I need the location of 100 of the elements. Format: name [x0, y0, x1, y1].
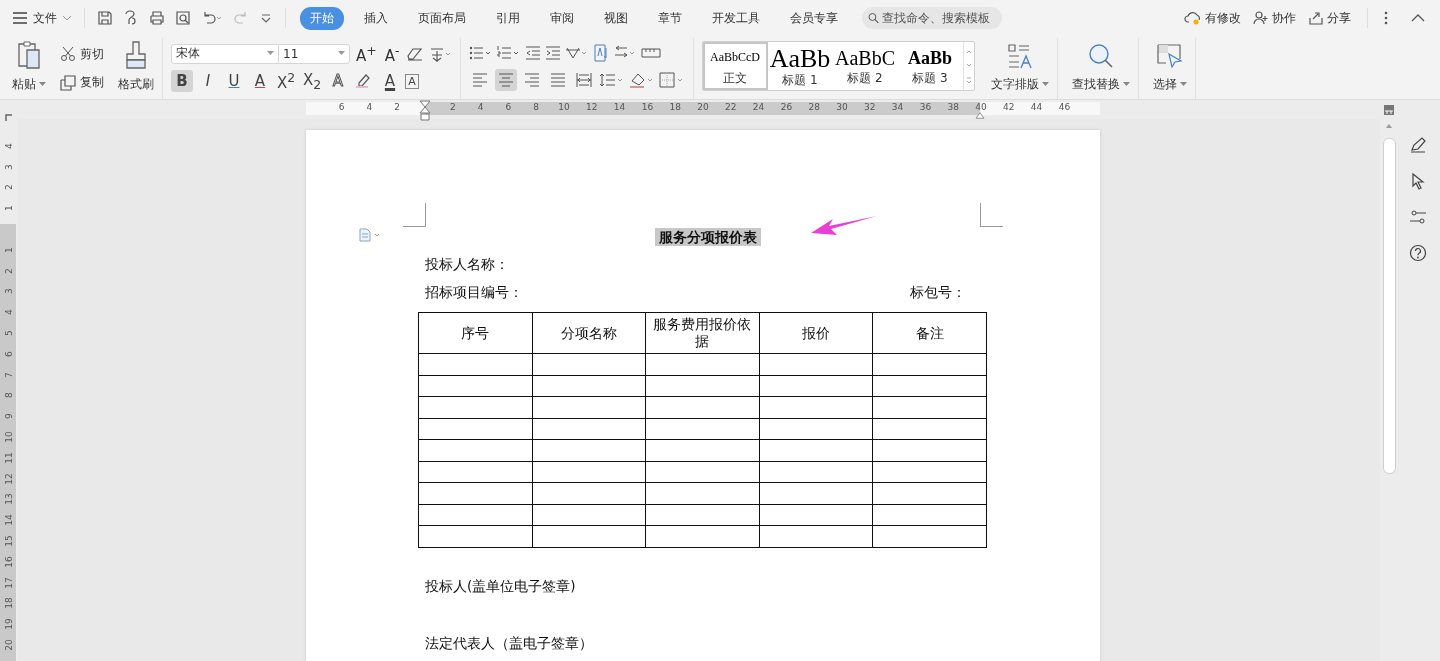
right-indent-marker-icon[interactable]: [975, 112, 985, 119]
ruler-number: 3: [4, 162, 14, 172]
print-preview-icon[interactable]: [175, 10, 191, 26]
shading-icon[interactable]: [628, 72, 655, 89]
strike-button[interactable]: A: [249, 70, 271, 93]
format-painter-button[interactable]: 格式刷: [116, 38, 156, 99]
ruler-number: 4: [476, 102, 485, 112]
split-view-icon[interactable]: [1383, 104, 1395, 116]
ribbon-tab[interactable]: 页面布局: [408, 6, 476, 30]
ruler-number: 4: [4, 141, 14, 151]
scissors-icon: [60, 46, 76, 63]
ruler-number: 7: [4, 370, 14, 380]
style-option[interactable]: AaBbC 标题 2: [832, 42, 898, 90]
collaborate-button[interactable]: 协作: [1253, 9, 1296, 27]
ribbon-tab[interactable]: 开发工具: [702, 6, 770, 30]
caret-icon: [1041, 82, 1049, 87]
ruler-number: 6: [4, 349, 14, 359]
decrease-indent-icon[interactable]: [524, 44, 541, 61]
ruler-number: 28: [807, 102, 821, 112]
ruler-number: 17: [4, 575, 14, 591]
ruler-number: 46: [1057, 102, 1072, 112]
sub-button[interactable]: X$_{2}$: [301, 70, 323, 93]
share-icon: [1308, 10, 1324, 26]
select-button[interactable]: 选择: [1144, 38, 1196, 99]
bold-button[interactable]: B: [171, 70, 193, 93]
ruler-number: 8: [532, 102, 541, 112]
ribbon-tab[interactable]: 视图: [594, 6, 638, 30]
align-left-icon: [471, 72, 488, 89]
shrink-font-button[interactable]: A$^{-}$: [382, 42, 402, 65]
ribbon-tab[interactable]: 引用: [486, 6, 530, 30]
grow-font-button[interactable]: A$^{+}$: [354, 42, 379, 65]
brush-icon: [125, 40, 147, 70]
ruler-number: 10: [557, 102, 571, 112]
font-size-dropdown[interactable]: 11: [278, 43, 350, 64]
ruler-number: 14: [4, 513, 14, 528]
package-number-label: 标包号：: [910, 283, 966, 302]
tab-stop-icon[interactable]: [4, 112, 14, 122]
ruler-number: 34: [890, 102, 905, 112]
ribbon-tab[interactable]: 章节: [648, 6, 692, 30]
sup-button[interactable]: X$^{2}$: [275, 70, 297, 93]
ruler-number: 4: [4, 308, 14, 318]
style-option[interactable]: AaBb 标题 3: [897, 42, 963, 90]
share-button[interactable]: 分享: [1308, 9, 1351, 27]
caret-icon: [1122, 82, 1130, 87]
search-field[interactable]: 查找命令、搜索模板: [862, 7, 1002, 29]
italic-button[interactable]: I: [197, 70, 219, 93]
changes-button[interactable]: 有修改: [1184, 9, 1241, 27]
color-button[interactable]: A: [379, 70, 401, 93]
ruler-number: 18: [668, 102, 682, 112]
text-direction-icon[interactable]: [592, 43, 609, 62]
copy-button[interactable]: 复制: [60, 74, 104, 92]
ribbon-tab[interactable]: 审阅: [540, 6, 584, 30]
margin-mark: [980, 203, 1003, 227]
save-icon[interactable]: [97, 10, 113, 26]
ruler-number: 5: [4, 329, 14, 338]
font-name-dropdown[interactable]: 宋体: [171, 43, 279, 64]
ruler-number: 12: [585, 102, 599, 112]
sliders-icon[interactable]: [1409, 208, 1427, 226]
find-replace-button[interactable]: 查找替换: [1063, 38, 1139, 99]
paste-button[interactable]: 粘贴: [10, 38, 48, 99]
ruler-number: 2: [4, 266, 14, 276]
scrollbar-thumb[interactable]: [1382, 138, 1396, 474]
increase-indent-icon[interactable]: [544, 44, 561, 61]
ruler-number: 40: [974, 102, 988, 112]
ruler-number: 1: [4, 245, 14, 255]
ruler-number: 26: [779, 102, 794, 112]
ribbon-tab[interactable]: 会员专享: [780, 6, 848, 30]
file-menu-button[interactable]: 文件: [12, 9, 72, 27]
column-header: 报价: [759, 312, 873, 354]
print-icon[interactable]: [149, 10, 165, 26]
document-title: 服务分项报价表: [654, 228, 761, 246]
ruler-number: 15: [4, 534, 14, 549]
underline-button[interactable]: U: [223, 70, 245, 93]
style-option[interactable]: AaBbCcD 正文: [702, 42, 768, 90]
copy-icon: [60, 74, 76, 91]
ruler-number: 44: [1029, 102, 1044, 112]
scroll-up-icon[interactable]: [1385, 122, 1393, 130]
paragraph-menu-icon[interactable]: [358, 228, 382, 242]
eraser-icon[interactable]: [405, 45, 424, 62]
column-header: 服务费用报价依据: [645, 312, 760, 354]
help-icon[interactable]: [1409, 244, 1427, 262]
cursor-icon[interactable]: [1409, 172, 1427, 190]
ruler-number: 24: [751, 102, 766, 112]
charbox-button[interactable]: A: [405, 73, 419, 89]
align-center-button[interactable]: [494, 69, 517, 92]
ribbon-tab[interactable]: 插入: [354, 6, 398, 30]
ruler-number: 30: [835, 102, 849, 112]
cut-button[interactable]: 剪切: [60, 45, 104, 63]
ruler-number: 3: [4, 287, 14, 297]
ruler-number: 32: [863, 102, 877, 112]
ruler-number: 4: [365, 102, 374, 112]
bullet-list-icon[interactable]: [468, 44, 493, 61]
indent-marker-icon[interactable]: [419, 100, 431, 122]
ruler-number: 14: [612, 102, 627, 112]
style-option[interactable]: AaBb 标题 1: [767, 42, 833, 90]
text-layout-button[interactable]: 文字排版: [982, 38, 1058, 99]
ruler-number: 2: [448, 102, 457, 112]
undo-icon[interactable]: [201, 10, 223, 26]
ruler-number: 10: [4, 430, 14, 445]
pen-icon[interactable]: [1409, 136, 1427, 154]
